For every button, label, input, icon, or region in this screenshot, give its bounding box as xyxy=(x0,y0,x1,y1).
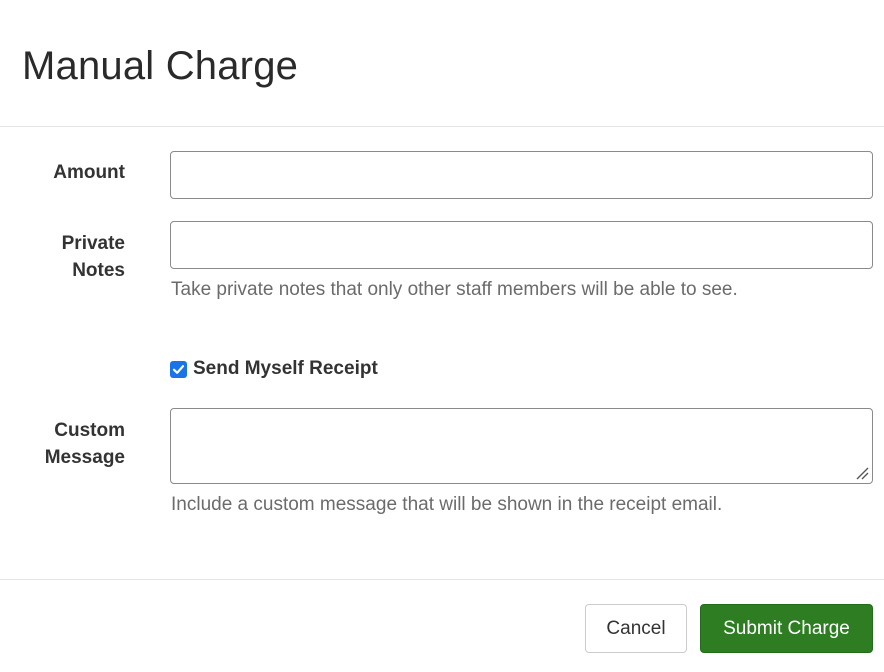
dialog-body: Amount Private Notes Take private notes … xyxy=(0,127,884,580)
checkmark-icon xyxy=(172,364,185,374)
cancel-button[interactable]: Cancel xyxy=(585,604,687,653)
private-notes-input[interactable] xyxy=(170,221,873,269)
send-receipt-label[interactable]: Send Myself Receipt xyxy=(193,356,378,382)
amount-label-text: Amount xyxy=(53,162,125,183)
custom-message-textarea[interactable] xyxy=(170,408,873,484)
private-notes-help: Take private notes that only other staff… xyxy=(171,279,738,300)
send-receipt-checkbox[interactable] xyxy=(170,360,187,378)
private-notes-label-line1: Private xyxy=(61,233,125,254)
private-notes-label: Private Notes xyxy=(5,230,125,284)
manual-charge-dialog: Manual Charge Amount Private Notes Take … xyxy=(0,0,884,672)
submit-charge-button[interactable]: Submit Charge xyxy=(700,604,873,653)
dialog-footer: Cancel Submit Charge xyxy=(0,580,884,672)
dialog-title: Manual Charge xyxy=(22,44,299,88)
custom-message-help: Include a custom message that will be sh… xyxy=(171,494,723,515)
send-receipt-row[interactable]: Send Myself Receipt xyxy=(170,356,378,382)
amount-label: Amount xyxy=(5,159,125,186)
resize-handle-icon[interactable] xyxy=(855,466,869,480)
dialog-header: Manual Charge xyxy=(0,0,884,127)
amount-input[interactable] xyxy=(170,151,873,199)
custom-message-wrapper xyxy=(0,408,884,484)
private-notes-label-line2: Notes xyxy=(72,260,125,281)
